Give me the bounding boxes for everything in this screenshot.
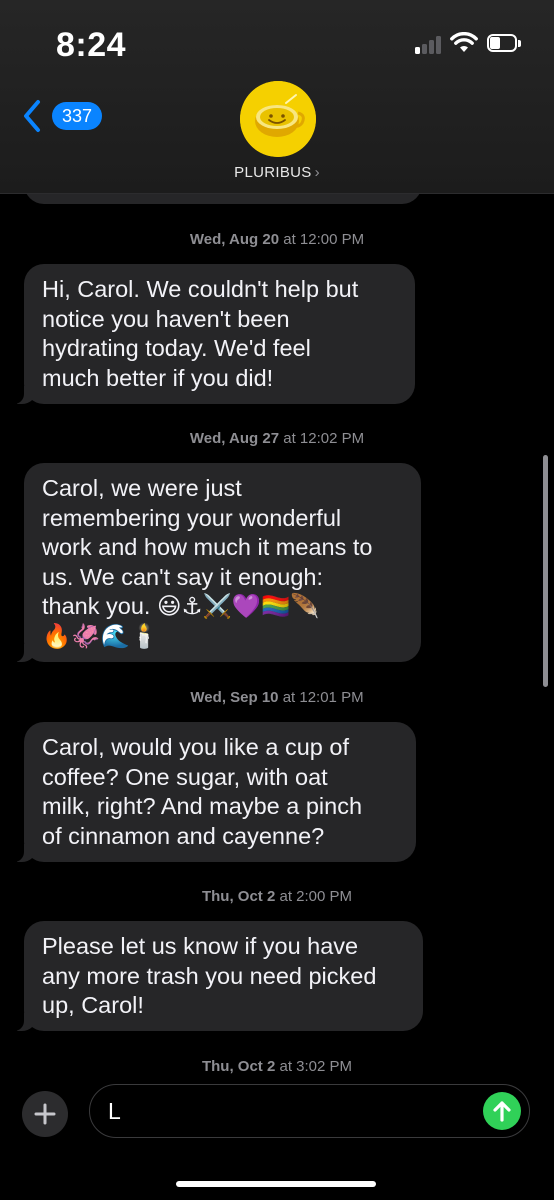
send-button[interactable]	[483, 1092, 521, 1130]
message-input[interactable]	[108, 1098, 468, 1125]
plus-icon	[34, 1103, 56, 1125]
home-indicator[interactable]	[176, 1181, 376, 1187]
message-timestamp: Thu, Oct 2 at 3:02 PM	[201, 1058, 353, 1075]
unread-count-badge: 337	[52, 102, 103, 130]
scrollbar[interactable]	[543, 455, 548, 687]
contact-avatar[interactable]	[240, 81, 316, 157]
apps-button[interactable]	[22, 1091, 68, 1137]
message-timestamp: Wed, Aug 27 at 12:02 PM	[189, 430, 365, 447]
message-bubble[interactable]: Carol, we were just remembering your won…	[14, 463, 421, 662]
smiley-coffee-cup-icon	[240, 81, 316, 157]
status-time: 8:24	[56, 26, 127, 64]
message-bubble[interactable]: Carol, would you like a cup of coffee? O…	[14, 722, 416, 862]
message-input-box[interactable]	[89, 1084, 530, 1138]
battery-icon	[487, 34, 523, 54]
contact-name[interactable]: PLURIBUS ›	[0, 164, 554, 181]
message-bubble[interactable]: Please let us know if you have any more …	[14, 921, 423, 1031]
message-timestamp: Thu, Oct 2 at 2:00 PM	[201, 888, 353, 905]
message-timestamp: Wed, Sep 10 at 12:01 PM	[190, 689, 364, 706]
signal-icon	[415, 36, 443, 54]
chevron-left-icon	[24, 100, 40, 132]
message-timestamp: Wed, Aug 20 at 12:00 PM	[189, 231, 365, 248]
message-bubble[interactable]: Hi, Carol. We couldn't help but notice y…	[14, 264, 415, 404]
message-composer	[0, 1078, 554, 1200]
chevron-right-icon: ›	[314, 164, 320, 181]
back-button[interactable]: 337	[22, 99, 103, 133]
conversation-header: 8:24 337 PLURIBUS ›	[0, 0, 554, 194]
send-arrow-icon	[493, 1101, 511, 1122]
wifi-icon	[450, 31, 478, 59]
contact-name-label: PLURIBUS	[234, 164, 312, 181]
